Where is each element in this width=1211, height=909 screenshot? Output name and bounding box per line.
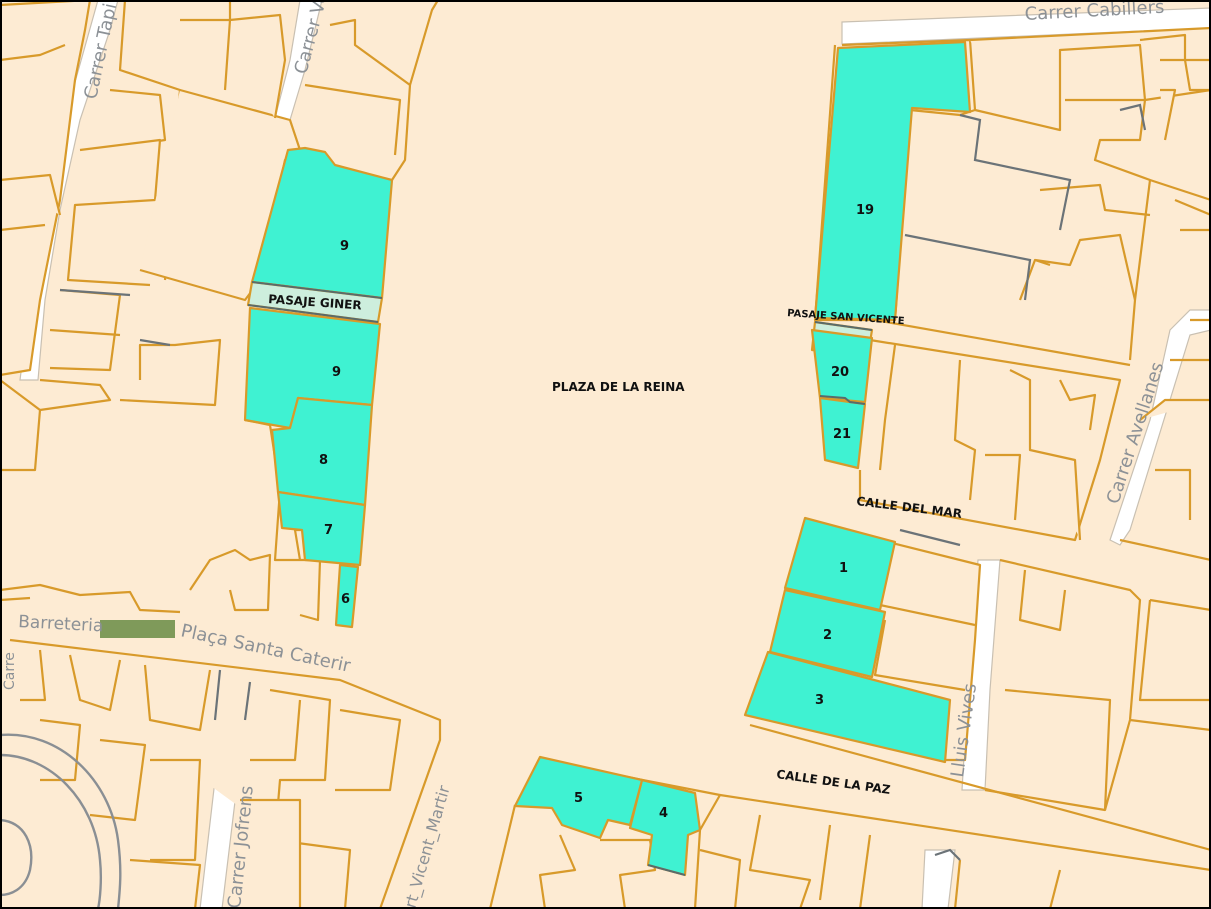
plot-label: 6: [341, 592, 350, 607]
plot-label: 3: [815, 693, 824, 708]
plot-label: 1: [839, 561, 848, 576]
label-carrer-cro: Carre: [2, 652, 18, 690]
plot-label: 9: [332, 365, 341, 380]
plot-label: 7: [324, 523, 333, 538]
parcel: [299, 558, 322, 622]
parcel: [984, 688, 1112, 812]
plot-label: 21: [833, 427, 851, 442]
plot-label: 2: [823, 628, 832, 643]
plot-label: 20: [831, 365, 849, 380]
cadastral-map: Carrer Cabillers Carrer Tapi Carrer Ve C…: [0, 0, 1211, 909]
plot-label: 9: [340, 239, 349, 254]
green-strip: [100, 620, 175, 638]
plot-label: 19: [856, 203, 874, 218]
parcel: [143, 664, 212, 732]
plot-label: 5: [574, 791, 583, 806]
plot-label: 4: [659, 806, 668, 821]
parcel: [150, 758, 202, 862]
label-plaza-de-la-reina: PLAZA DE LA REINA: [552, 380, 685, 394]
plot-label: 8: [319, 453, 328, 468]
parcel: [335, 708, 402, 792]
